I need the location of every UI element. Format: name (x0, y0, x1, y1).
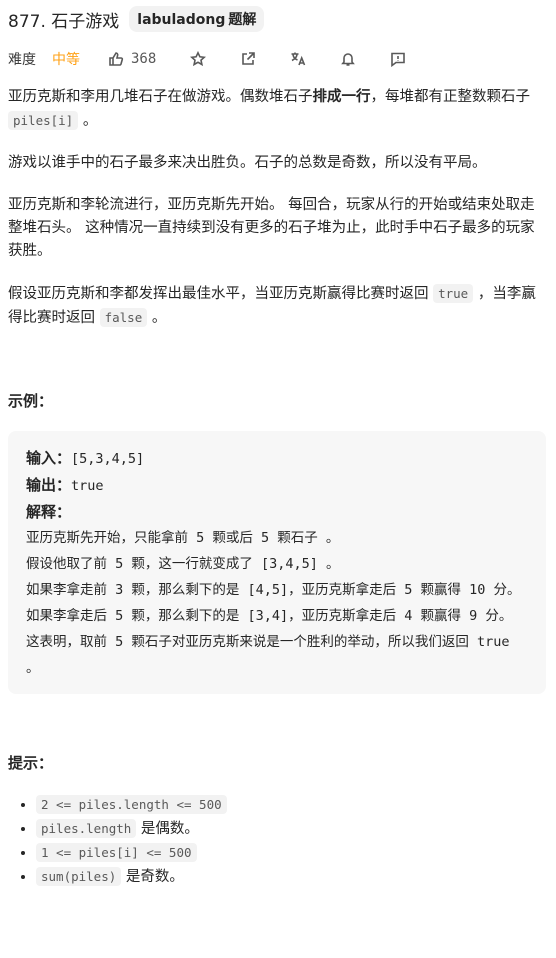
desc-text: 。 (78, 113, 98, 129)
star-icon (190, 51, 207, 67)
tag-suffix: 题解 (228, 12, 257, 28)
desc-paragraph-2: 游戏以谁手中的石子最多来决出胜负。石子的总数是奇数，所以没有平局。 (8, 155, 487, 171)
favorite-button[interactable] (190, 51, 207, 67)
output-label: 输出： (26, 476, 72, 494)
tip-item: 1 <= piles[i] <= 500 (36, 841, 546, 865)
notify-button[interactable] (340, 51, 356, 67)
problem-title: 877. 石子游戏 (8, 11, 120, 32)
inline-code: false (99, 308, 148, 327)
share-button[interactable] (240, 51, 256, 67)
desc-paragraph-4: 假设亚历克斯和李都发挥出最佳水平，当亚历克斯赢得比赛时返回 true ，当李赢得… (8, 282, 546, 330)
translate-button[interactable] (290, 51, 306, 67)
desc-bold: 排成一行 (312, 89, 371, 105)
explain-label: 解释： (26, 503, 72, 521)
input-label: 输入： (26, 449, 72, 467)
desc-paragraph-3: 亚历克斯和李轮流进行，亚历克斯先开始。 每回合，玩家从行的开始或结束处取走整堆石… (8, 197, 535, 259)
inline-code: sum(piles) (36, 867, 122, 886)
like-count: 368 (131, 51, 157, 67)
share-icon (242, 52, 256, 65)
inline-code: piles[i] (8, 111, 79, 130)
desc-text: 亚历克斯和李用几堆石子在做游戏。偶数堆石子 (8, 89, 313, 105)
inline-code: 1 <= piles[i] <= 500 (36, 843, 197, 862)
inline-code: 2 <= piles.length <= 500 (36, 795, 227, 814)
explain-line: 如果李拿走后 5 颗，那么剩下的是 [3,4]，亚历克斯拿走后 4 颗赢得 9 … (26, 608, 513, 624)
thumb-up-icon (109, 52, 124, 66)
tips-list: 2 <= piles.length <= 500 piles.length 是偶… (8, 793, 546, 889)
input-value: [5,3,4,5] (71, 451, 145, 467)
feedback-icon (391, 52, 406, 67)
explain-line: 亚历克斯先开始，只能拿前 5 颗或后 5 颗石子 。 (26, 530, 340, 546)
bell-icon (341, 53, 356, 66)
tag-brand: labuladong (137, 12, 226, 28)
example-output-line: 输出：true (26, 472, 528, 499)
meta-bar: 难度 中等 368 (8, 44, 546, 74)
desc-text: 。 (147, 310, 167, 326)
like-button[interactable]: 368 (108, 51, 156, 67)
problem-header: 877. 石子游戏 labuladong 题解 (8, 6, 546, 32)
desc-text: ，每堆都有正整数颗石子 (370, 89, 531, 105)
example-block: 输入：[5,3,4,5] 输出：true 解释： 亚历克斯先开始，只能拿前 5 … (8, 431, 546, 694)
tip-item: piles.length 是偶数。 (36, 817, 546, 841)
difficulty-value: 中等 (52, 52, 80, 68)
explain-line: 如果李拿走前 3 颗，那么剩下的是 [4,5]，亚历克斯拿走后 5 颗赢得 10… (26, 582, 521, 598)
tips-heading: 提示： (8, 754, 54, 772)
example-heading: 示例： (8, 392, 54, 410)
explain-line: 这表明，取前 5 颗石子对亚历克斯来说是一个胜利的举动，所以我们返回 true … (26, 634, 510, 676)
example-input-line: 输入：[5,3,4,5] (26, 445, 528, 472)
desc-text: 假设亚历克斯和李都发挥出最佳水平，当亚历克斯赢得比赛时返回 (8, 286, 434, 302)
tip-text: 是奇数。 (121, 869, 184, 885)
inline-code: true (433, 284, 474, 303)
output-value: true (71, 478, 104, 494)
tip-item: 2 <= piles.length <= 500 (36, 793, 546, 817)
translate-icon (291, 52, 306, 66)
tip-text: 是偶数。 (136, 821, 199, 837)
difficulty-label: 难度 (8, 52, 36, 68)
inline-code: piles.length (36, 819, 137, 838)
solution-tag[interactable]: labuladong 题解 (129, 6, 265, 32)
explain-line: 假设他取了前 5 颗，这一行就变成了 [3,4,5] 。 (26, 556, 340, 572)
tip-item: sum(piles) 是奇数。 (36, 865, 546, 889)
feedback-button[interactable] (390, 51, 406, 67)
desc-paragraph-1: 亚历克斯和李用几堆石子在做游戏。偶数堆石子排成一行，每堆都有正整数颗石子 pil… (8, 86, 546, 133)
